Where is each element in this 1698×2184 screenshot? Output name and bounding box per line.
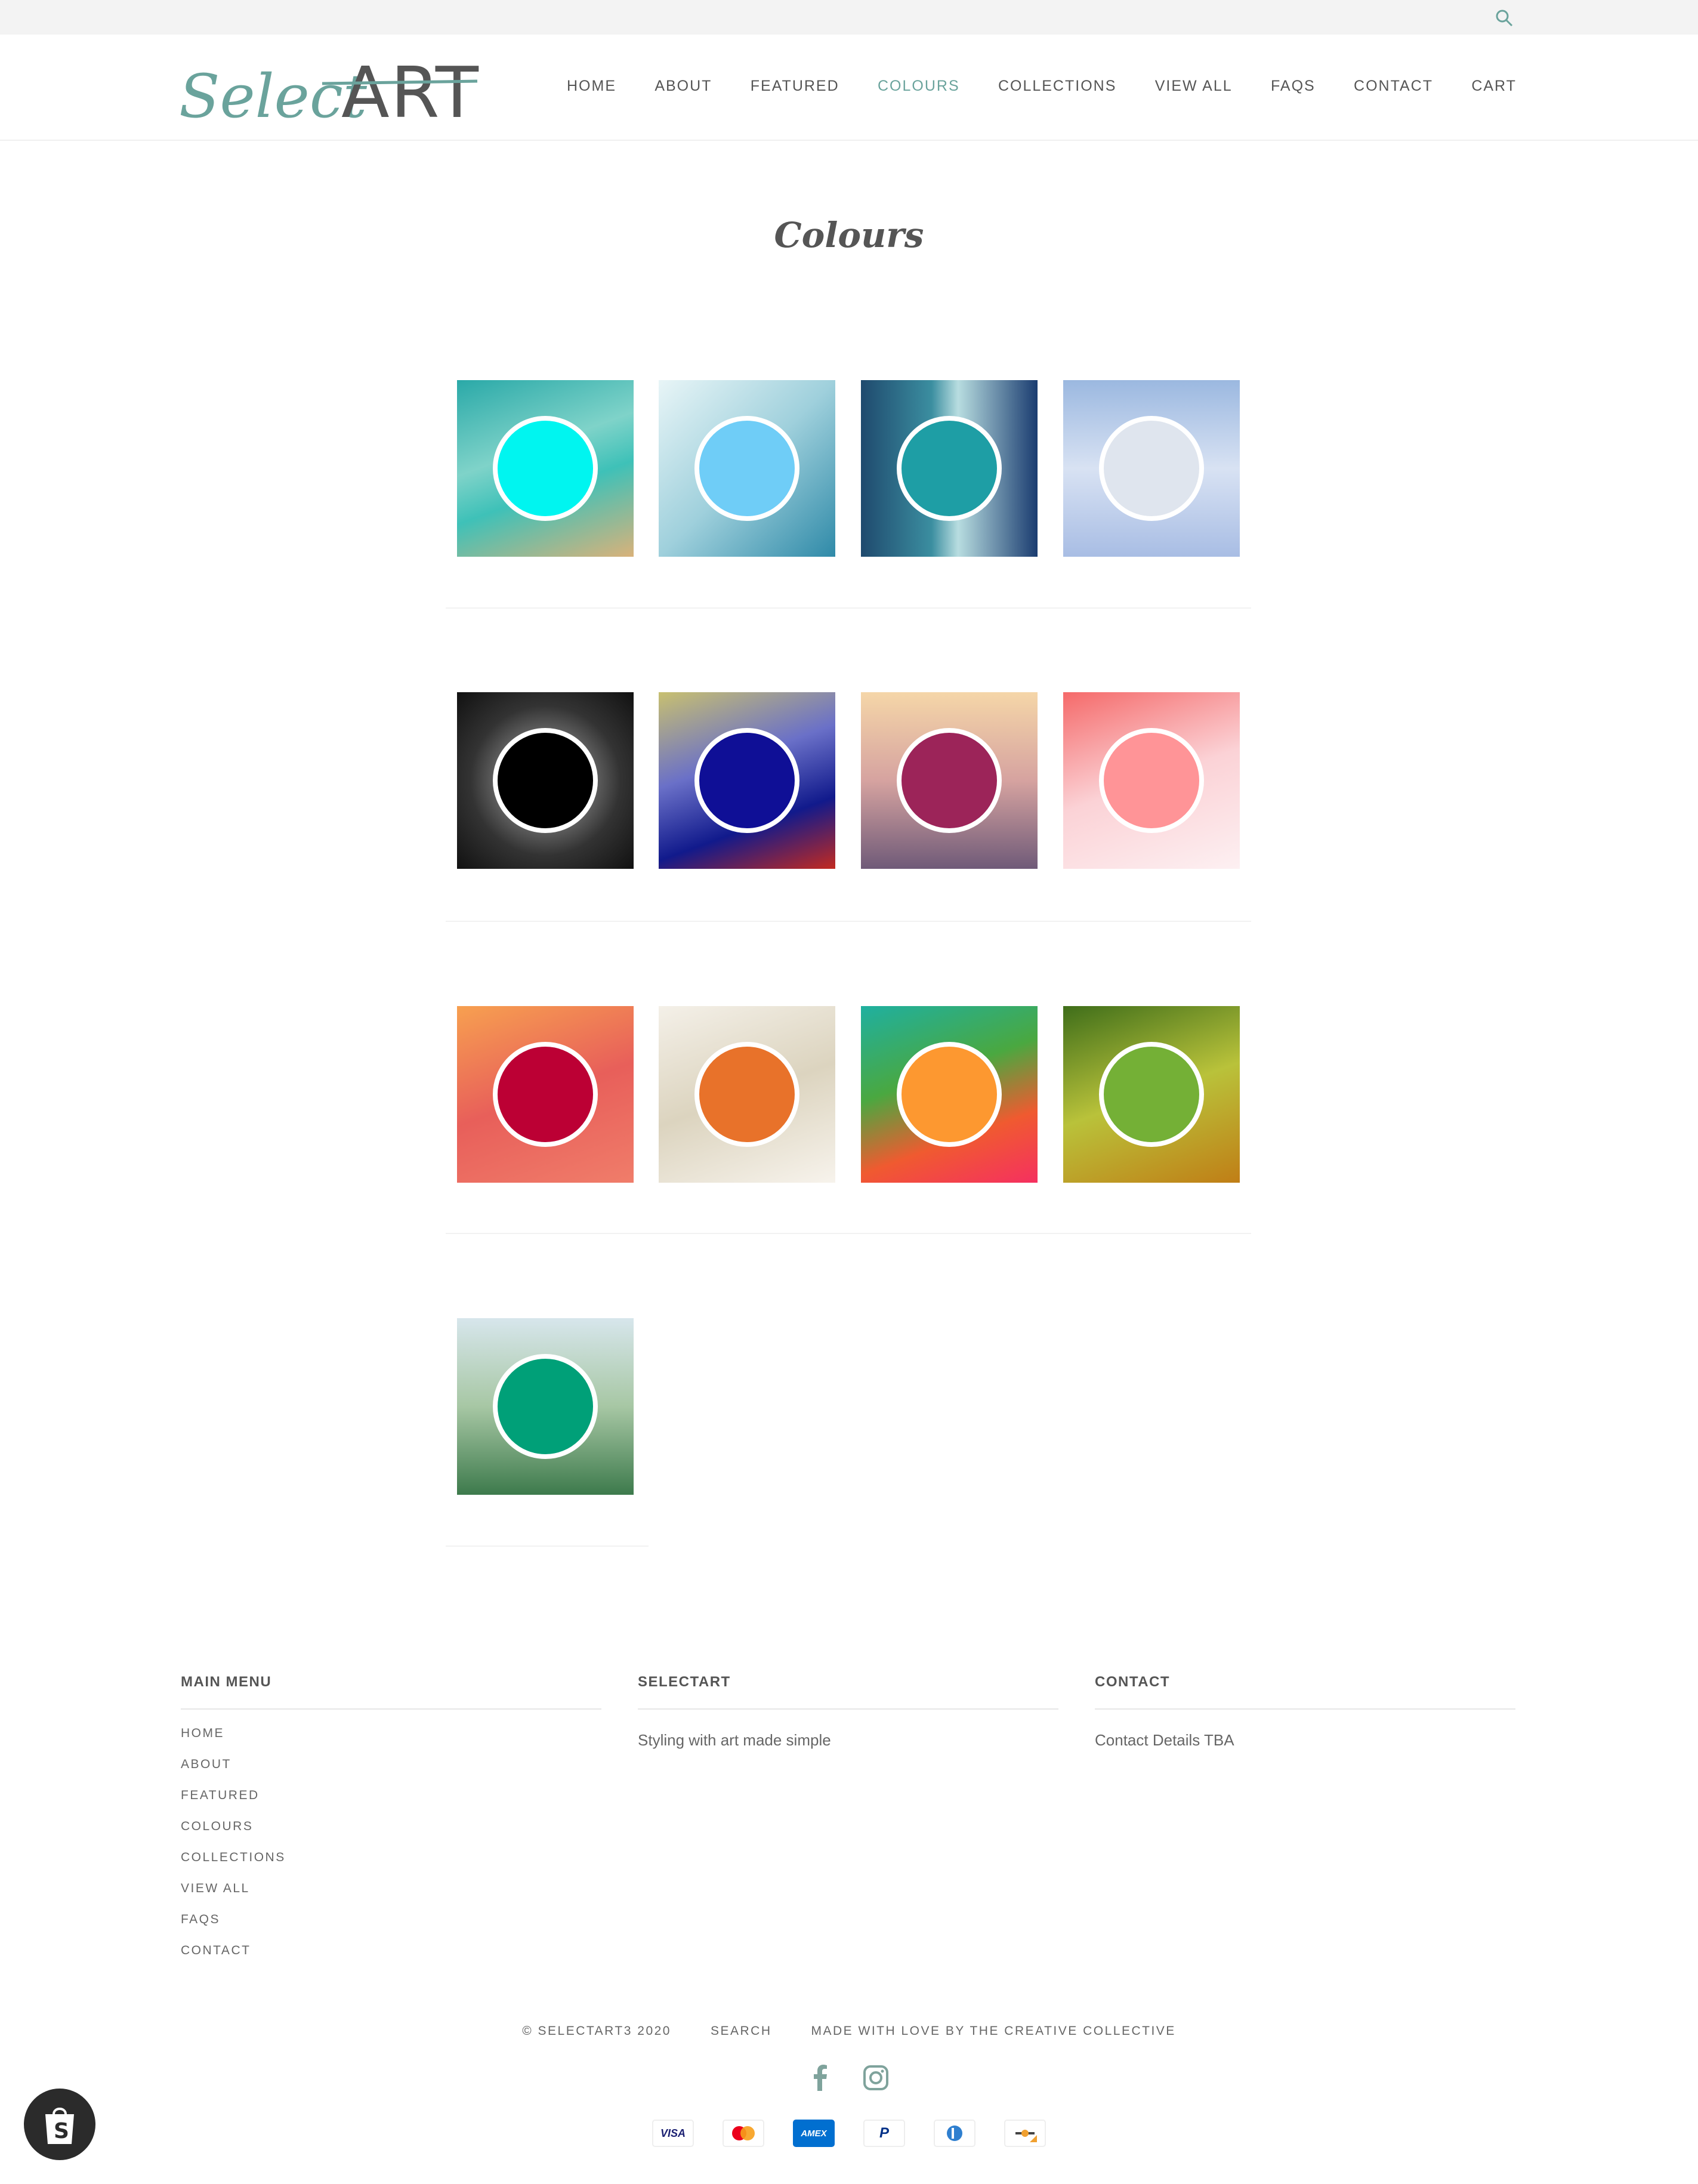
- visa-icon: VISA: [652, 2120, 694, 2147]
- nav-featured[interactable]: FEATURED: [751, 78, 839, 95]
- row-divider: [446, 921, 1251, 922]
- nav-faqs[interactable]: FAQS: [1271, 78, 1316, 95]
- footer-heading: SELECTART: [638, 1674, 1058, 1710]
- footer-menu-item[interactable]: HOME: [181, 1726, 601, 1757]
- row-divider: [446, 1233, 1251, 1234]
- row-divider: [446, 607, 1251, 609]
- colour-swatch-tile[interactable]: [457, 1318, 634, 1495]
- colour-circle: [493, 1042, 598, 1147]
- footer-main-menu: MAIN MENU HOME ABOUT FEATURED COLOURS COLLEC…: [181, 1674, 601, 1975]
- search-icon[interactable]: [1495, 8, 1514, 27]
- credit-link[interactable]: MADE WITH LOVE BY THE CREATIVE COLLECTIV…: [811, 2024, 1176, 2038]
- colour-circle: [493, 416, 598, 521]
- row-divider: [446, 1546, 649, 1547]
- colour-swatch-tile[interactable]: [861, 380, 1038, 557]
- paypal-icon: P: [863, 2120, 905, 2147]
- footer-search-link[interactable]: SEARCH: [711, 2024, 772, 2038]
- footer-contact: CONTACT Contact Details TBA: [1095, 1674, 1515, 1750]
- footer-bottom: © SELECTART3 2020 SEARCH MADE WITH LOVE …: [0, 2024, 1698, 2038]
- footer-menu-item[interactable]: CONTACT: [181, 1944, 601, 1975]
- social-links: [0, 2065, 1698, 2091]
- colour-swatch-tile[interactable]: [457, 380, 634, 557]
- colour-swatch-tile[interactable]: [659, 692, 835, 869]
- nav-home[interactable]: HOME: [567, 78, 616, 95]
- colour-circle: [897, 1042, 1002, 1147]
- logo[interactable]: Select ART: [179, 53, 483, 124]
- svg-text:S: S: [54, 2119, 69, 2143]
- colour-swatch-tile[interactable]: [861, 1006, 1038, 1183]
- colour-circle: [1099, 728, 1204, 833]
- footer-menu-item[interactable]: FAQS: [181, 1912, 601, 1944]
- footer-contact-text: Contact Details TBA: [1095, 1731, 1234, 1749]
- page-title: Colours: [774, 215, 924, 255]
- main-nav: HOME ABOUT FEATURED COLOURS COLLECTIONS VIEW …: [567, 78, 1517, 95]
- nav-cart[interactable]: CART: [1471, 78, 1517, 95]
- footer-menu-item[interactable]: FEATURED: [181, 1788, 601, 1819]
- svg-text:Select: Select: [179, 61, 368, 124]
- amex-icon: AMEX: [793, 2120, 835, 2147]
- colour-swatch-tile[interactable]: [659, 380, 835, 557]
- nav-colours[interactable]: COLOURS: [878, 78, 960, 95]
- copyright: © SELECTART3 2020: [522, 2024, 671, 2038]
- facebook-icon[interactable]: [809, 2065, 833, 2091]
- colour-swatch-tile[interactable]: [1063, 1006, 1240, 1183]
- shopify-badge[interactable]: S: [24, 2089, 95, 2160]
- shopify-bag-icon: S: [45, 2108, 74, 2144]
- colour-circle: [897, 416, 1002, 521]
- colour-swatch-tile[interactable]: [659, 1006, 835, 1183]
- footer-heading: MAIN MENU: [181, 1674, 601, 1710]
- svg-text:ART: ART: [341, 53, 479, 124]
- colour-swatch-tile[interactable]: [457, 1006, 634, 1183]
- footer-menu-item[interactable]: COLOURS: [181, 1819, 601, 1850]
- top-bar: [0, 0, 1698, 35]
- colour-swatch-tile[interactable]: [457, 692, 634, 869]
- colour-circle: [493, 1354, 598, 1459]
- colour-circle: [897, 728, 1002, 833]
- mastercard-icon: [723, 2120, 764, 2147]
- diners-club-icon: [934, 2120, 975, 2147]
- payment-icons: VISA AMEX P: [0, 2120, 1698, 2147]
- footer-tagline: Styling with art made simple: [638, 1731, 831, 1749]
- footer-menu-item[interactable]: ABOUT: [181, 1757, 601, 1788]
- colour-swatch-tile[interactable]: [1063, 380, 1240, 557]
- footer-heading: CONTACT: [1095, 1674, 1515, 1710]
- instagram-icon[interactable]: [863, 2065, 889, 2091]
- nav-contact[interactable]: CONTACT: [1354, 78, 1433, 95]
- colour-circle: [694, 728, 799, 833]
- discover-icon: [1004, 2120, 1046, 2147]
- footer-menu-item[interactable]: COLLECTIONS: [181, 1850, 601, 1881]
- nav-view-all[interactable]: VIEW ALL: [1155, 78, 1233, 95]
- header: Select ART HOME ABOUT FEATURED COLOURS COLLE…: [0, 35, 1698, 141]
- colour-circle: [1099, 416, 1204, 521]
- footer-selectart: SELECTART Styling with art made simple: [638, 1674, 1058, 1750]
- colour-circle: [694, 416, 799, 521]
- nav-collections[interactable]: COLLECTIONS: [998, 78, 1116, 95]
- colour-swatch-tile[interactable]: [861, 692, 1038, 869]
- colour-swatch-tile[interactable]: [1063, 692, 1240, 869]
- footer-menu-item[interactable]: VIEW ALL: [181, 1881, 601, 1912]
- colour-circle: [1099, 1042, 1204, 1147]
- colour-circle: [694, 1042, 799, 1147]
- colour-circle: [493, 728, 598, 833]
- nav-about[interactable]: ABOUT: [654, 78, 712, 95]
